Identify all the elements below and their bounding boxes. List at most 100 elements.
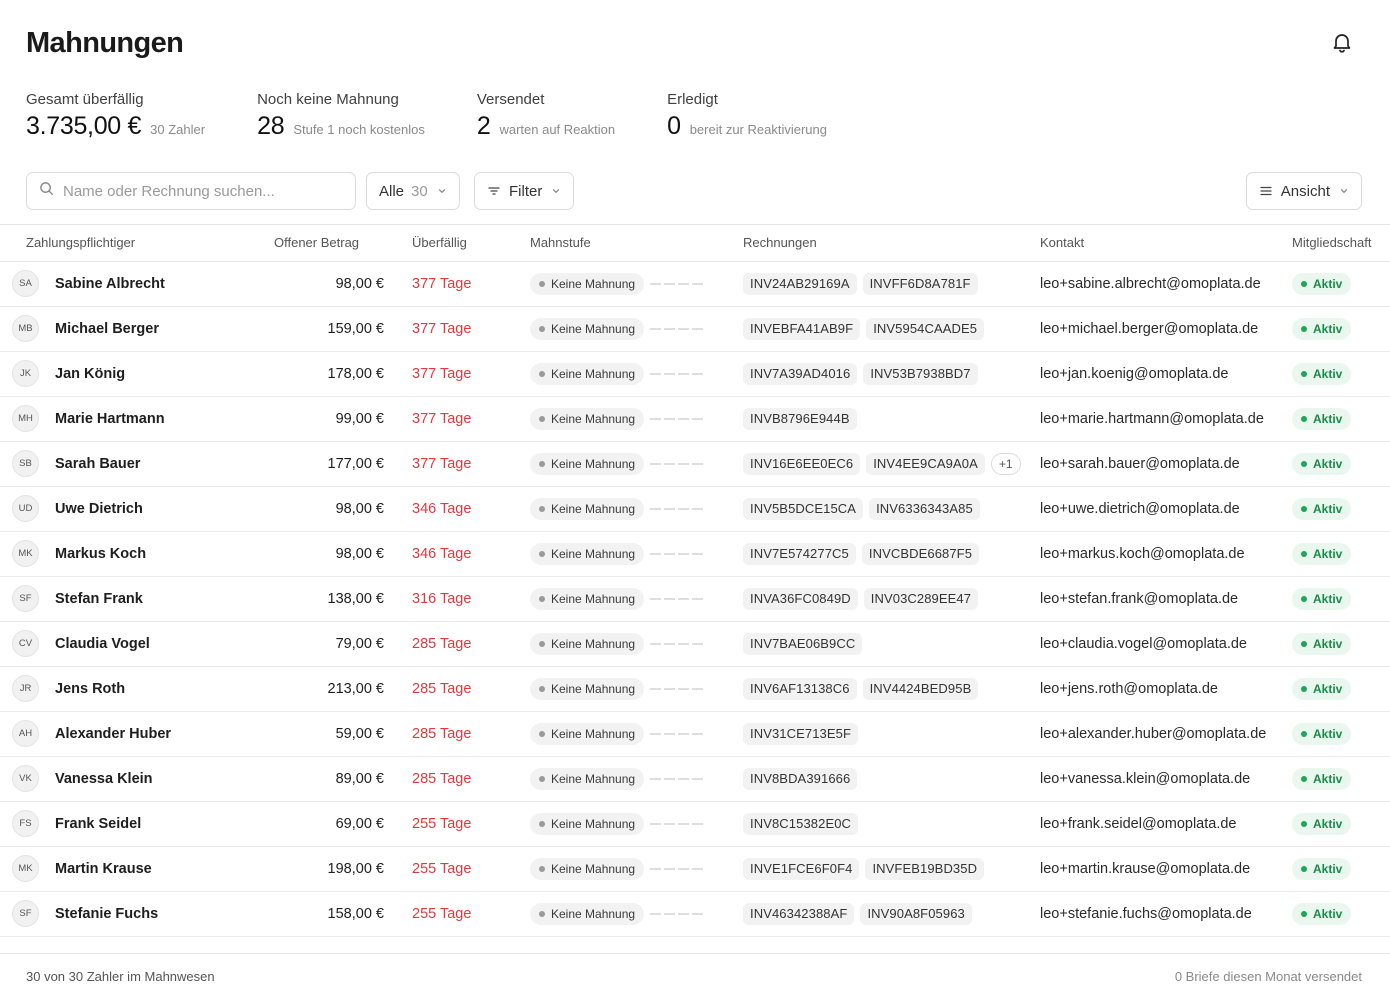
invoice-chip[interactable]: INV90A8F05963 [860, 902, 972, 925]
payers-table: Zahlungspflichtiger Offener Betrag Überf… [0, 224, 1390, 953]
invoice-chip[interactable]: INVFEB19BD35D [865, 857, 985, 880]
table-row[interactable]: MK Martin Krause 198,00 €255 Tage Keine Mah… [0, 846, 1390, 892]
payer-name[interactable]: Martin Krause [55, 861, 152, 877]
view-label: Ansicht [1280, 182, 1330, 200]
stage-dot-icon [539, 325, 545, 332]
table-row[interactable]: MH Marie Hartmann 99,00 €377 Tage Keine Mah… [0, 396, 1390, 442]
contact-email[interactable]: leo+uwe.dietrich@omoplata.de [1040, 486, 1292, 532]
search-box[interactable] [26, 172, 356, 210]
chevron-down-icon [438, 189, 445, 193]
table-row[interactable]: SA Sabine Albrecht 98,00 €377 Tage Keine Ma… [0, 261, 1390, 307]
contact-email[interactable]: leo+michael.berger@omoplata.de [1040, 306, 1292, 352]
col-header-stage[interactable]: Mahnstufe [530, 225, 743, 262]
invoice-chip[interactable]: INV6AF13138C6 [743, 677, 857, 700]
payer-name[interactable]: Marie Hartmann [55, 411, 165, 427]
table-row[interactable]: MK Markus Koch 98,00 €346 Tage Keine Mahnun… [0, 531, 1390, 577]
invoice-chip[interactable]: INV31CE713E5F [743, 722, 859, 745]
payer-name[interactable]: Michael Berger [55, 321, 159, 337]
table-row[interactable]: SF Stefan Frank 138,00 €316 Tage Keine Mahn… [0, 576, 1390, 622]
table-row[interactable]: FS Frank Seidel 69,00 €255 Tage Keine Mahnu… [0, 801, 1390, 847]
payer-name[interactable]: Sarah Bauer [55, 456, 140, 472]
payer-name[interactable]: Markus Koch [55, 546, 146, 562]
stage-cell: Keine Mahnung [530, 441, 743, 487]
stat-value: 3.735,00 € [26, 112, 142, 140]
invoice-chip[interactable]: INV5B5DCE15CA [743, 497, 864, 520]
payer-name[interactable]: Frank Seidel [55, 816, 141, 832]
table-row[interactable]: CV Claudia Vogel 79,00 €285 Tage Keine Mahn… [0, 621, 1390, 667]
contact-email[interactable]: leo+vanessa.klein@omoplata.de [1040, 756, 1292, 802]
avatar: UD [12, 495, 39, 522]
col-header-contact[interactable]: Kontakt [1040, 225, 1292, 262]
payer-name[interactable]: Sabine Albrecht [55, 276, 165, 292]
invoice-chip[interactable]: INV8C15382E0C [743, 812, 859, 835]
payer-name[interactable]: Jens Roth [55, 681, 125, 697]
contact-email[interactable]: leo+jens.roth@omoplata.de [1040, 666, 1292, 712]
invoice-chip[interactable]: INVCBDE6687F5 [861, 542, 980, 565]
payer-name[interactable]: Jan König [55, 366, 125, 382]
invoice-chip[interactable]: INV4EE9CA9A0A [866, 452, 985, 475]
table-row[interactable]: AH Alexander Huber 59,00 €285 Tage Keine Ma… [0, 711, 1390, 757]
bell-icon[interactable] [1330, 30, 1354, 54]
invoice-chip[interactable]: INV03C289EE47 [863, 587, 979, 610]
contact-email[interactable]: leo+jan.koenig@omoplata.de [1040, 351, 1292, 397]
invoice-chip[interactable]: INV6336343A85 [869, 497, 980, 520]
payer-name[interactable]: Alexander Huber [55, 726, 171, 742]
contact-email[interactable]: leo+marie.hartmann@omoplata.de [1040, 396, 1292, 442]
col-header-amount[interactable]: Offener Betrag [260, 225, 412, 262]
search-input[interactable] [63, 182, 343, 200]
contact-email[interactable]: leo+sabine.albrecht@omoplata.de [1040, 261, 1292, 307]
invoices-cell: INV8BDA391666 [743, 756, 1040, 802]
invoice-chip[interactable]: INVFF6D8A781F [862, 272, 978, 295]
invoice-chip[interactable]: INVB8796E944B [743, 407, 857, 430]
membership-cell: Aktiv [1292, 846, 1390, 892]
invoice-chip[interactable]: INV16E6EE0EC6 [743, 452, 861, 475]
col-header-payer[interactable]: Zahlungspflichtiger [0, 225, 260, 262]
invoice-chip[interactable]: INV5954CAADE5 [866, 317, 985, 340]
membership-badge: Aktiv [1292, 632, 1352, 655]
table-row[interactable]: JK Jan König 178,00 €377 Tage Keine Mahnung… [0, 351, 1390, 397]
invoice-chip[interactable]: INVA36FC0849D [743, 587, 858, 610]
invoice-chip[interactable]: INVEBFA41AB9F [743, 317, 861, 340]
table-footer: 30 von 30 Zahler im Mahnwesen 0 Briefe d… [0, 953, 1390, 1000]
contact-email[interactable]: leo+markus.koch@omoplata.de [1040, 531, 1292, 577]
table-row[interactable]: MB Michael Berger 159,00 €377 Tage Keine Ma… [0, 306, 1390, 352]
overdue-cell: 285 Tage [412, 666, 530, 712]
payer-name[interactable]: Stefan Frank [55, 591, 143, 607]
contact-email[interactable]: leo+martin.krause@omoplata.de [1040, 846, 1292, 892]
contact-email[interactable]: leo+claudia.vogel@omoplata.de [1040, 621, 1292, 667]
invoice-chip[interactable]: INV7A39AD4016 [743, 362, 858, 385]
invoice-chip[interactable]: INV7E574277C5 [743, 542, 856, 565]
view-button[interactable]: Ansicht [1245, 172, 1362, 210]
col-header-invoices[interactable]: Rechnungen [743, 225, 1040, 262]
table-row[interactable]: SB Sarah Bauer 177,00 €377 Tage Keine Mahnu… [0, 441, 1390, 487]
contact-email[interactable]: leo+frank.seidel@omoplata.de [1040, 801, 1292, 847]
membership-label: Aktiv [1313, 636, 1343, 651]
payer-name[interactable]: Stefanie Fuchs [55, 906, 158, 922]
contact-email[interactable]: leo+stefan.frank@omoplata.de [1040, 576, 1292, 622]
contact-email[interactable]: leo+stefanie.fuchs@omoplata.de [1040, 891, 1292, 937]
contact-email[interactable]: leo+alexander.huber@omoplata.de [1040, 711, 1292, 757]
col-header-overdue[interactable]: Überfällig [412, 225, 530, 262]
invoice-chip[interactable]: INV53B7938BD7 [863, 362, 978, 385]
invoice-chip[interactable]: INV4424BED95B [862, 677, 979, 700]
payer-name[interactable]: Claudia Vogel [55, 636, 150, 652]
table-row[interactable]: JR Jens Roth 213,00 €285 Tage Keine Mahnung… [0, 666, 1390, 712]
segment-dropdown[interactable]: Alle 30 [366, 172, 460, 210]
invoice-chip[interactable]: INV7BAE06B9CC [743, 632, 863, 655]
table-row[interactable]: VK Vanessa Klein 89,00 €285 Tage Keine Mahn… [0, 756, 1390, 802]
status-dot-icon [1301, 325, 1307, 332]
col-header-membership[interactable]: Mitgliedschaft [1292, 225, 1390, 262]
payer-name[interactable]: Vanessa Klein [55, 771, 153, 787]
more-invoices-badge[interactable]: +1 [990, 452, 1021, 475]
invoice-chip[interactable]: INV46342388AF [743, 902, 855, 925]
invoice-chip[interactable]: INVE1FCE6F0F4 [743, 857, 860, 880]
payer-name[interactable]: Uwe Dietrich [55, 501, 143, 517]
chevron-down-icon [1340, 189, 1348, 193]
invoice-chip[interactable]: INV24AB29169A [743, 272, 857, 295]
invoice-chip[interactable]: INV8BDA391666 [743, 767, 858, 790]
contact-email[interactable]: leo+sarah.bauer@omoplata.de [1040, 441, 1292, 487]
filter-button[interactable]: Filter [474, 172, 575, 210]
table-row[interactable]: SF Stefanie Fuchs 158,00 €255 Tage Keine Ma… [0, 891, 1390, 937]
stat-label: Noch keine Mahnung [257, 91, 399, 108]
table-row[interactable]: UD Uwe Dietrich 98,00 €346 Tage Keine Mahnu… [0, 486, 1390, 532]
